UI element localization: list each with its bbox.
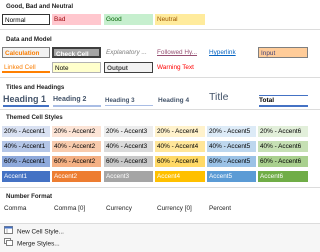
- style-comma-0[interactable]: Comma [0]: [52, 203, 101, 214]
- section-header-titles-headings: Titles and Headings: [6, 84, 65, 91]
- style-comma[interactable]: Comma: [2, 203, 50, 214]
- style-heading-2[interactable]: Heading 2: [53, 95, 101, 107]
- merge-styles-label: Merge Styles...: [17, 240, 60, 248]
- style-40-accent4[interactable]: 40% - Accent4: [155, 141, 205, 152]
- style-60-accent6[interactable]: 60% - Accent6: [258, 156, 308, 167]
- style-40-accent1[interactable]: 40% - Accent1: [2, 141, 50, 152]
- style-bad[interactable]: Bad: [52, 14, 101, 25]
- style-calculation[interactable]: Calculation: [2, 47, 50, 58]
- style-output[interactable]: Output: [104, 62, 153, 73]
- style-accent6[interactable]: Accent6: [258, 171, 308, 182]
- new-cell-style-item[interactable]: New Cell Style...: [4, 226, 64, 237]
- style-explanatory[interactable]: Explanatory ...: [104, 47, 153, 58]
- section-header-themed: Themed Cell Styles: [6, 114, 63, 121]
- section-header-number-format: Number Format: [6, 193, 53, 200]
- style-accent1[interactable]: Accent1: [2, 171, 50, 182]
- style-note[interactable]: Note: [52, 62, 101, 73]
- style-linked-cell[interactable]: Linked Cell: [2, 62, 50, 73]
- style-accent3[interactable]: Accent3: [104, 171, 153, 182]
- style-40-accent5[interactable]: 40% - Accent5: [207, 141, 256, 152]
- style-20-accent2[interactable]: 20% - Accent2: [52, 126, 101, 137]
- new-cell-style-label: New Cell Style...: [17, 228, 64, 236]
- style-60-accent1[interactable]: 60% - Accent1: [2, 156, 50, 167]
- style-heading-3[interactable]: Heading 3: [105, 96, 153, 106]
- style-20-accent4[interactable]: 20% - Accent4: [155, 126, 205, 137]
- section-divider: [0, 77, 320, 78]
- style-60-accent5[interactable]: 60% - Accent5: [207, 156, 256, 167]
- style-60-accent2[interactable]: 60% - Accent2: [52, 156, 101, 167]
- style-40-accent6[interactable]: 40% - Accent6: [258, 141, 308, 152]
- style-good[interactable]: Good: [104, 14, 153, 25]
- section-divider: [0, 29, 320, 30]
- style-accent5[interactable]: Accent5: [207, 171, 256, 182]
- style-warning-text[interactable]: Warning Text: [155, 62, 205, 73]
- style-hyperlink[interactable]: Hyperlink: [207, 47, 256, 58]
- style-heading-1[interactable]: Heading 1: [3, 93, 49, 107]
- style-40-accent3[interactable]: 40% - Accent3: [104, 141, 153, 152]
- style-60-accent4[interactable]: 60% - Accent4: [155, 156, 205, 167]
- style-40-accent2[interactable]: 40% - Accent2: [52, 141, 101, 152]
- style-currency-0[interactable]: Currency [0]: [155, 203, 205, 214]
- style-neutral[interactable]: Neutral: [155, 14, 205, 25]
- new-style-icon: [4, 226, 13, 238]
- section-divider: [0, 109, 320, 110]
- style-total[interactable]: Total: [259, 95, 308, 107]
- cell-styles-gallery: Good, Bad and Neutral Normal Bad Good Ne…: [0, 0, 320, 252]
- style-title[interactable]: Title: [209, 91, 257, 104]
- style-heading-4[interactable]: Heading 4: [158, 96, 206, 105]
- style-check-cell[interactable]: Check Cell: [52, 47, 101, 58]
- style-followed-hyperlink[interactable]: Followed Hy...: [155, 47, 205, 58]
- style-input[interactable]: Input: [258, 47, 308, 58]
- style-20-accent3[interactable]: 20% - Accent3: [104, 126, 153, 137]
- section-divider: [0, 187, 320, 188]
- style-20-accent5[interactable]: 20% - Accent5: [207, 126, 256, 137]
- section-header-good-bad-neutral: Good, Bad and Neutral: [6, 3, 74, 10]
- style-accent4[interactable]: Accent4: [155, 171, 205, 182]
- style-60-accent3[interactable]: 60% - Accent3: [104, 156, 153, 167]
- style-currency[interactable]: Currency: [104, 203, 153, 214]
- style-20-accent1[interactable]: 20% - Accent1: [2, 126, 50, 137]
- style-percent[interactable]: Percent: [207, 203, 256, 214]
- merge-styles-icon: [4, 238, 13, 250]
- section-header-data-model: Data and Model: [6, 36, 52, 43]
- style-accent2[interactable]: Accent2: [52, 171, 101, 182]
- style-normal[interactable]: Normal: [2, 14, 50, 25]
- merge-styles-item[interactable]: Merge Styles...: [4, 238, 60, 249]
- style-20-accent6[interactable]: 20% - Accent6: [258, 126, 308, 137]
